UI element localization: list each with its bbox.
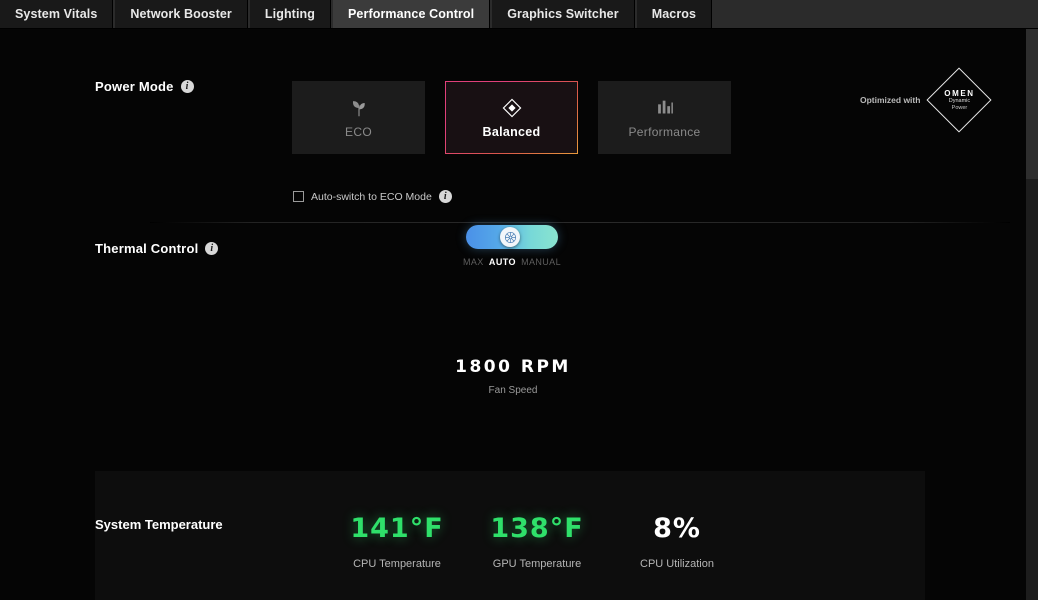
stat-value: 8% [653, 513, 701, 544]
info-icon[interactable]: i [180, 80, 194, 93]
stat-cpu-temperature: 141°F CPU Temperature [327, 513, 467, 570]
system-temperature-stats: 141°F CPU Temperature 138°F GPU Temperat… [327, 513, 747, 570]
thermal-option-manual[interactable]: MANUAL [521, 257, 561, 267]
auto-switch-eco-label: Auto-switch to ECO Mode [311, 190, 432, 203]
tab-lighting[interactable]: Lighting [249, 0, 331, 28]
power-mode-card-performance[interactable]: Performance [598, 81, 731, 154]
stat-value: 138°F [490, 513, 584, 544]
power-mode-card-balanced[interactable]: Balanced [445, 81, 578, 154]
omen-optimized-with-label: Optimized with [860, 95, 921, 105]
tab-bar-filler [714, 0, 1038, 28]
thermal-control-title: Thermal Control [95, 241, 199, 256]
omen-dynamic-power-badge: Optimized with OMEN Dynamic Power [860, 67, 992, 133]
tab-performance-control[interactable]: Performance Control [333, 0, 491, 28]
auto-switch-eco-row[interactable]: Auto-switch to ECO Mode i [293, 190, 452, 203]
tab-system-vitals[interactable]: System Vitals [0, 0, 114, 28]
omen-badge-text: OMEN Dynamic Power [944, 89, 974, 111]
info-icon[interactable]: i [205, 242, 219, 255]
omen-badge-line2: Dynamic [948, 98, 971, 105]
thermal-option-max[interactable]: MAX [463, 257, 484, 267]
stat-label: CPU Utilization [640, 558, 714, 570]
power-mode-label-performance: Performance [628, 124, 701, 139]
stat-label: CPU Temperature [353, 558, 441, 570]
system-temperature-panel: System Temperature 141°F CPU Temperature… [95, 471, 925, 600]
power-mode-label-eco: ECO [345, 124, 372, 139]
leaf-icon [352, 100, 365, 116]
scrollbar-thumb[interactable] [1026, 29, 1038, 179]
thermal-control-heading: Thermal Control i [95, 241, 219, 256]
bar-chart-icon [657, 100, 673, 113]
tab-macros[interactable]: Macros [636, 0, 713, 28]
fan-speed-value: 1800 RPM [455, 357, 571, 377]
fan-icon [504, 231, 516, 243]
omen-brand-name: OMEN [944, 89, 975, 99]
system-temperature-title: System Temperature [95, 517, 223, 532]
tab-graphics-switcher[interactable]: Graphics Switcher [492, 0, 635, 28]
stat-label: GPU Temperature [492, 558, 582, 570]
fan-speed-readout: 1800 RPM Fan Speed [0, 357, 1026, 396]
stat-gpu-temperature: 138°F GPU Temperature [467, 513, 607, 570]
thermal-slider-labels: MAX AUTO MANUAL [463, 257, 561, 267]
thermal-option-auto[interactable]: AUTO [489, 257, 516, 267]
stat-cpu-utilization: 8% CPU Utilization [607, 513, 747, 570]
thermal-mode-slider[interactable]: MAX AUTO MANUAL [463, 225, 561, 267]
vertical-scrollbar[interactable] [1026, 29, 1038, 600]
power-mode-card-eco[interactable]: ECO [292, 81, 425, 154]
info-icon[interactable]: i [438, 190, 452, 203]
thermal-slider-knob[interactable] [500, 227, 520, 247]
thermal-slider-track[interactable] [466, 225, 558, 249]
power-mode-heading: Power Mode i [95, 79, 194, 94]
power-mode-label-balanced: Balanced [482, 124, 541, 139]
tab-network-booster[interactable]: Network Booster [115, 0, 248, 28]
stat-value: 141°F [350, 513, 444, 544]
power-mode-options: ECO Balanced Performance [292, 81, 731, 154]
power-mode-title: Power Mode [95, 79, 174, 94]
auto-switch-eco-checkbox[interactable] [293, 191, 304, 202]
omen-diamond-icon: OMEN Dynamic Power [926, 67, 992, 133]
section-divider [150, 222, 1010, 223]
fan-speed-label: Fan Speed [488, 385, 538, 396]
omen-badge-line3: Power [951, 104, 968, 111]
performance-control-panel: Power Mode i ECO Balanced Performance Au… [0, 29, 1026, 600]
diamond-icon [502, 98, 521, 117]
tab-bar: System Vitals Network Booster Lighting P… [0, 0, 1038, 29]
